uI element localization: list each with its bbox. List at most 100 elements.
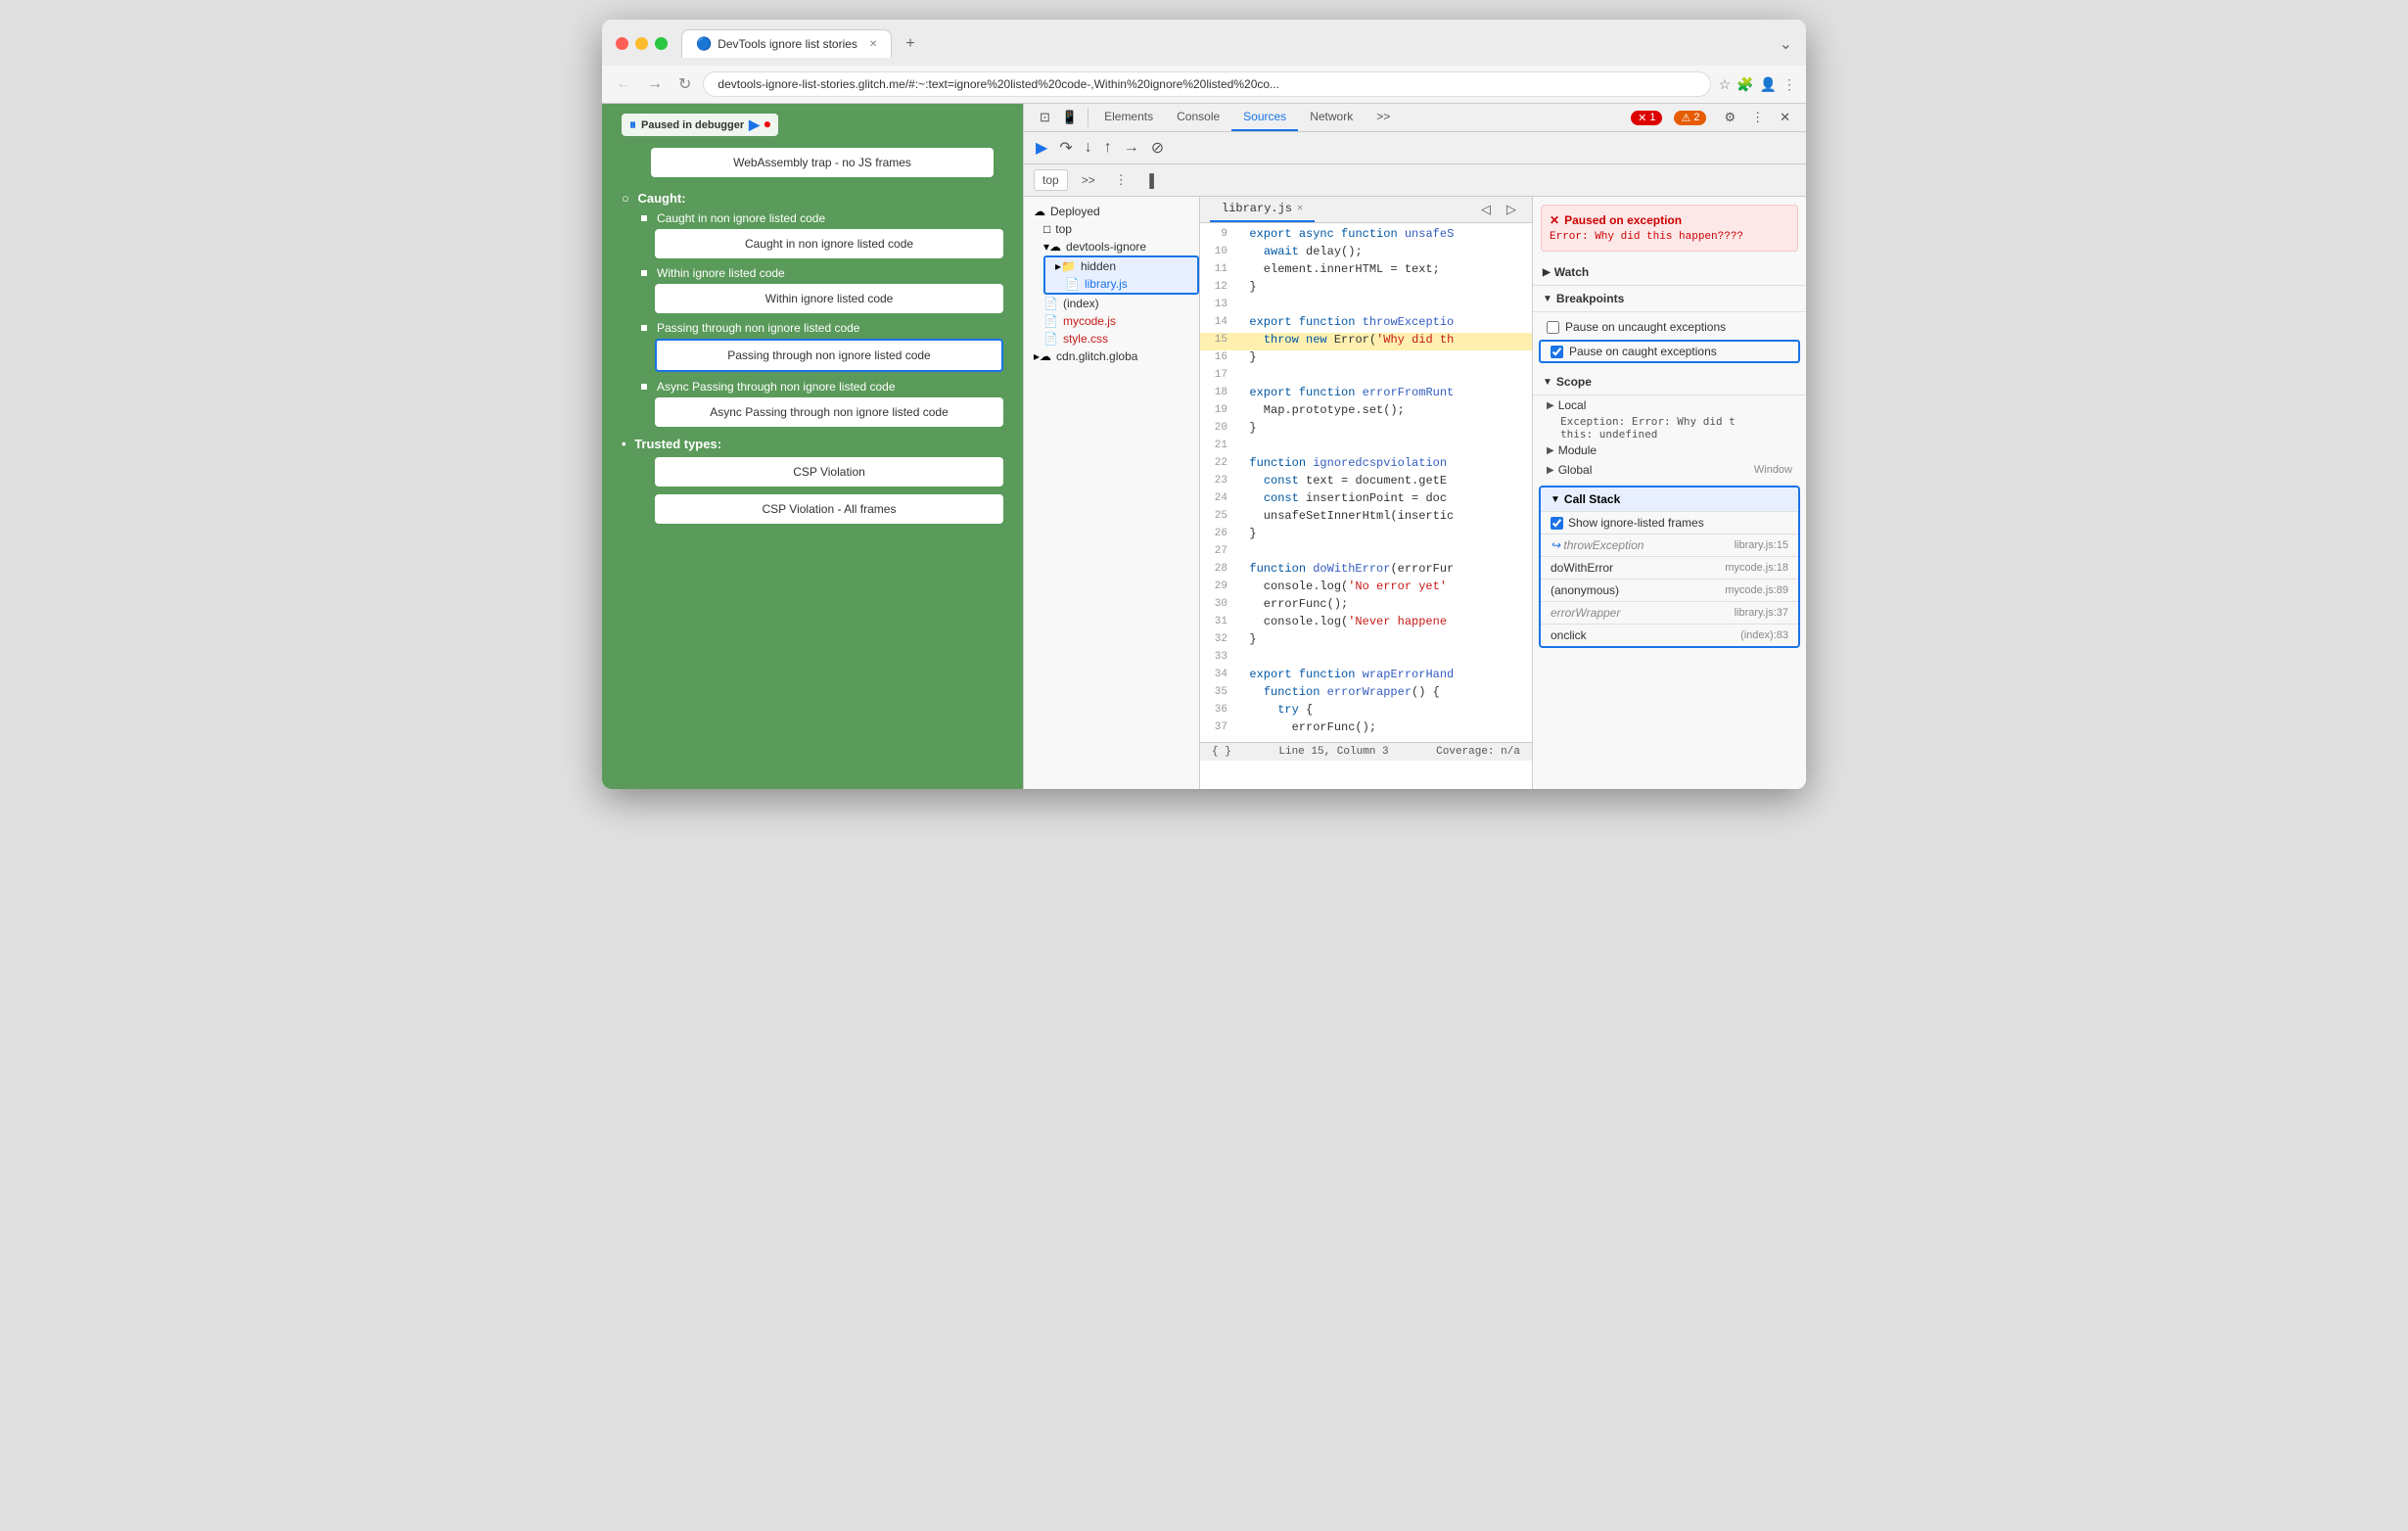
- ft-library-file[interactable]: 📄 library.js: [1045, 275, 1197, 293]
- ft-mycode[interactable]: 📄 mycode.js: [1024, 312, 1199, 330]
- reload-button[interactable]: ↻: [674, 72, 695, 96]
- code-line-15: 15 throw new Error('Why did th: [1200, 333, 1532, 350]
- global-arrow-icon[interactable]: ▶: [1547, 465, 1554, 476]
- ft-top[interactable]: □ top: [1024, 220, 1199, 238]
- devtools-inspect-icon[interactable]: ⊡: [1034, 106, 1056, 129]
- profile-icon[interactable]: 👤: [1760, 76, 1777, 93]
- breakpoints-arrow-icon: ▼: [1543, 294, 1552, 304]
- pause-uncaught-checkbox[interactable]: [1547, 321, 1559, 334]
- maximize-button[interactable]: [655, 37, 668, 50]
- nav-menu-button[interactable]: ⋮: [1109, 168, 1134, 192]
- traffic-lights: [616, 37, 668, 50]
- tab-close-icon[interactable]: ✕: [869, 39, 877, 50]
- scope-header[interactable]: ▼ Scope: [1533, 369, 1806, 395]
- code-line-20: 20 }: [1200, 421, 1532, 439]
- code-line-9: 9 export async function unsafeS: [1200, 227, 1532, 245]
- code-line-36: 36 try {: [1200, 703, 1532, 720]
- code-line-17: 17: [1200, 368, 1532, 386]
- more-nav-button[interactable]: >>: [1074, 170, 1103, 190]
- async-passing-box[interactable]: Async Passing through non ignore listed …: [655, 397, 1003, 427]
- source-nav-next-icon[interactable]: ▷: [1501, 198, 1522, 221]
- breakpoints-header[interactable]: ▼ Breakpoints: [1533, 286, 1806, 312]
- tab-overflow-icon[interactable]: ⌄: [1780, 34, 1792, 54]
- show-ignore-checkbox[interactable]: [1551, 517, 1563, 530]
- settings-icon[interactable]: ⚙: [1718, 106, 1741, 129]
- csp-violation-all-box[interactable]: CSP Violation - All frames: [655, 494, 1003, 524]
- deactivate-breakpoints-button[interactable]: ⊘: [1147, 136, 1168, 160]
- source-code: 9 export async function unsafeS 10 await…: [1200, 223, 1532, 742]
- cs-row-doWithError[interactable]: doWithError mycode.js:18: [1541, 556, 1798, 579]
- cs-row-errorWrapper[interactable]: errorWrapper library.js:37: [1541, 601, 1798, 624]
- record-icon[interactable]: ⏺: [764, 117, 770, 132]
- page-panel: ⏸ Paused in debugger ▶ ⏺ WebAssembly tra…: [602, 104, 1023, 789]
- forward-button[interactable]: →: [643, 73, 667, 95]
- csp-items: CSP Violation CSP Violation - All frames: [641, 457, 1003, 524]
- step-out-button[interactable]: ↑: [1100, 137, 1116, 159]
- ft-cdn-icon: ▸☁: [1034, 349, 1051, 363]
- title-bar-top: 🔵 DevTools ignore list stories ✕ + ⌄: [616, 29, 1792, 58]
- tab-more[interactable]: >>: [1365, 104, 1402, 131]
- new-tab-button[interactable]: +: [900, 33, 920, 55]
- more-icon[interactable]: ⋮: [1745, 106, 1770, 129]
- warn-badge: ⚠ 2: [1674, 111, 1706, 125]
- pause-caught-checkbox[interactable]: [1551, 346, 1563, 358]
- minimize-button[interactable]: [635, 37, 648, 50]
- page-nav-button[interactable]: top: [1034, 169, 1068, 191]
- bookmark-icon[interactable]: ☆: [1719, 76, 1732, 93]
- cs-row-onclick[interactable]: onclick (index):83: [1541, 624, 1798, 646]
- close-button[interactable]: [616, 37, 628, 50]
- resume-button[interactable]: ▶: [1032, 136, 1051, 160]
- ft-style[interactable]: 📄 style.css: [1024, 330, 1199, 348]
- code-line-19: 19 Map.prototype.set();: [1200, 403, 1532, 421]
- step-icon[interactable]: ▶: [749, 116, 760, 133]
- close-devtools-icon[interactable]: ✕: [1774, 106, 1796, 129]
- debug-toolbar: ▶ ↷ ↓ ↑ → ⊘: [1024, 132, 1806, 164]
- within-ignore-box[interactable]: Within ignore listed code: [655, 284, 1003, 313]
- ft-devtools-ignore[interactable]: ▾☁ devtools-ignore: [1024, 238, 1199, 255]
- step-button[interactable]: →: [1120, 137, 1143, 159]
- code-line-10: 10 await delay();: [1200, 245, 1532, 262]
- source-nav-prev-icon[interactable]: ◁: [1475, 198, 1497, 221]
- subsection-passing-non-ignore: Passing through non ignore listed code P…: [641, 321, 1003, 372]
- tab-console[interactable]: Console: [1165, 104, 1231, 131]
- watch-header[interactable]: ▶ Watch: [1533, 259, 1806, 286]
- menu-icon[interactable]: ⋮: [1783, 76, 1796, 93]
- source-tab-close-icon[interactable]: ✕: [1297, 203, 1303, 214]
- ft-style-icon: 📄: [1043, 332, 1058, 346]
- source-tab-library[interactable]: library.js ✕: [1210, 197, 1315, 222]
- csp-violation-box[interactable]: CSP Violation: [655, 457, 1003, 487]
- tab-network[interactable]: Network: [1298, 104, 1365, 131]
- format-icon[interactable]: { }: [1212, 746, 1231, 758]
- ft-cdn[interactable]: ▸☁ cdn.glitch.globa: [1024, 348, 1199, 365]
- exception-title: ✕ Paused on exception: [1550, 213, 1789, 227]
- caught-non-ignore-box[interactable]: Caught in non ignore listed code: [655, 229, 1003, 258]
- tab-sources[interactable]: Sources: [1231, 104, 1298, 131]
- passing-non-ignore-box[interactable]: Passing through non ignore listed code: [655, 339, 1003, 372]
- tab-elements[interactable]: Elements: [1092, 104, 1165, 131]
- status-bar: { } Line 15, Column 3 Coverage: n/a: [1200, 742, 1532, 761]
- call-stack-header[interactable]: ▼ Call Stack: [1541, 487, 1798, 511]
- cs-row-throwException[interactable]: ↪ throwException library.js:15: [1541, 534, 1798, 556]
- step-over-button[interactable]: ↷: [1055, 136, 1076, 160]
- url-input[interactable]: [703, 71, 1710, 97]
- scope-arrow-icon: ▼: [1543, 377, 1552, 388]
- trusted-types-label: • Trusted types:: [622, 437, 1003, 451]
- paused-badge: ⏸ Paused in debugger ▶ ⏺: [622, 114, 778, 136]
- ft-deployed[interactable]: ☁ Deployed: [1024, 203, 1199, 220]
- extensions-icon[interactable]: 🧩: [1737, 76, 1753, 93]
- cs-row-anonymous[interactable]: (anonymous) mycode.js:89: [1541, 579, 1798, 601]
- tab-favicon: 🔵: [696, 36, 712, 52]
- browser-tab[interactable]: 🔵 DevTools ignore list stories ✕: [681, 29, 892, 58]
- devtools-device-icon[interactable]: 📱: [1056, 106, 1084, 129]
- local-arrow-icon[interactable]: ▶: [1547, 400, 1554, 411]
- back-button[interactable]: ←: [612, 73, 635, 95]
- ft-hidden-folder[interactable]: ▸📁 hidden: [1045, 257, 1197, 275]
- pause-icon: ⏸: [629, 116, 636, 133]
- step-into-button[interactable]: ↓: [1081, 137, 1096, 159]
- toggle-sidebar-button[interactable]: ▐: [1139, 169, 1160, 192]
- module-arrow-icon[interactable]: ▶: [1547, 445, 1554, 456]
- ft-index[interactable]: 📄 (index): [1024, 295, 1199, 312]
- exception-msg: Error: Why did this happen????: [1550, 231, 1789, 243]
- ft-index-icon: 📄: [1043, 297, 1058, 310]
- code-line-24: 24 const insertionPoint = doc: [1200, 491, 1532, 509]
